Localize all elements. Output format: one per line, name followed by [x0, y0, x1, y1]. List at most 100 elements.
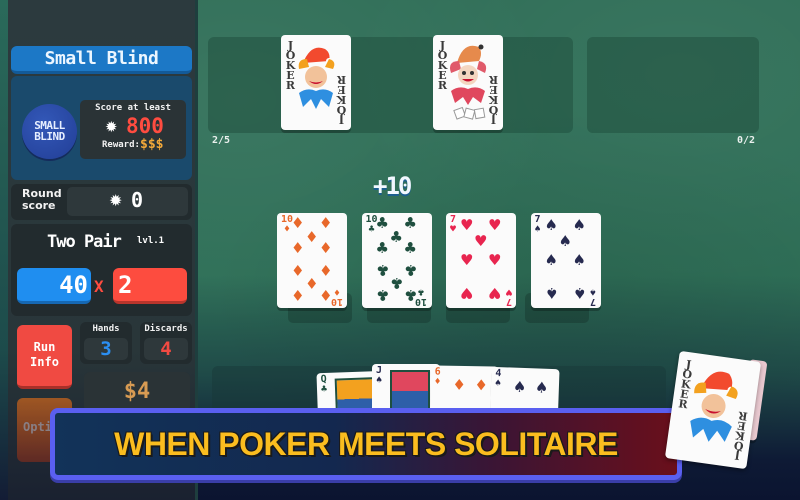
suit-icon: ♠ — [534, 224, 541, 235]
suit-pip-icon: ♠ — [544, 250, 558, 269]
red-jester-icon — [450, 44, 487, 120]
hands-label: Hands — [92, 324, 120, 334]
suit-icon: ♠ — [494, 377, 502, 390]
round-score-value: 0 — [131, 188, 144, 212]
jester-icon — [690, 371, 738, 442]
hand-level: lvl.1 — [137, 236, 165, 246]
chip-icon: ✹ — [109, 191, 123, 210]
money-display: $4 — [84, 372, 190, 412]
discards-value: 4 — [144, 338, 188, 360]
suit-pip-icon: ♣ — [403, 261, 417, 279]
round-score-label: Round score — [22, 188, 62, 212]
played-card[interactable]: 10 ♣ 10 ♣ ♣ ♣ ♣ ♣ ♣ ♣ ♣ ♣ ♣ ♣ — [361, 213, 432, 308]
suit-pip-icon: ♣ — [403, 214, 417, 233]
suit-pip-icon: ♦ — [319, 214, 333, 233]
reward-label: Reward: — [102, 140, 140, 150]
suit-icon: ♥ — [505, 286, 512, 297]
suit-pip-icon: ♣ — [403, 285, 417, 304]
suit-icon: ♠ — [376, 375, 383, 386]
played-card[interactable]: 7 ♠ 7 ♠ ♠ ♠ ♠ ♠ ♠ ♠ ♠ — [530, 213, 601, 308]
suit-pip-icon: ♦ — [452, 375, 467, 395]
round-score-value-box: ✹ 0 — [67, 187, 188, 216]
run-info-button[interactable]: Run Info — [17, 325, 72, 389]
discards-stat: Discards 4 — [140, 322, 192, 364]
discards-label: Discards — [144, 324, 188, 334]
blind-title: Small Blind — [11, 46, 192, 74]
rank-text: 10 — [330, 296, 343, 307]
suit-pip-icon: ♣ — [375, 261, 389, 279]
multiply-sign: X — [94, 277, 104, 296]
suit-icon: ♣ — [320, 383, 328, 396]
card-rank: Q ♣ — [320, 374, 328, 396]
suit-pip-icon: ♣ — [389, 227, 403, 246]
suit-pip-icon: ♠ — [512, 377, 527, 397]
card-rank: 7 ♥ — [450, 215, 456, 235]
suit-pip-icon: ♦ — [291, 239, 305, 258]
score-target-box: Score at least ✹ 800 Reward: $$$ — [80, 100, 186, 159]
suit-pip-icon: ♥ — [488, 283, 502, 302]
played-card[interactable]: 7 ♥ 7 ♥ ♥ ♥ ♥ ♥ ♥ ♥ ♥ — [446, 213, 516, 308]
consumable-slots — [587, 37, 759, 133]
run-info-line-2: Info — [30, 355, 59, 369]
promo-banner: WHEN POKER MEETS SOLITAIRE — [50, 408, 682, 480]
round-score-panel: Round score ✹ 0 — [11, 184, 192, 220]
round-label-line-2: score — [22, 199, 56, 212]
mult-value: 2 — [113, 268, 187, 304]
suit-pip-icon: ♦ — [319, 261, 333, 279]
suit-icon: ♦ — [434, 376, 441, 388]
played-card[interactable]: 10 ♦ 10 ♦ ♦ ♦ ♦ ♦ ♦ ♦ ♦ ♦ ♦ ♦ — [277, 213, 347, 308]
suit-pip-icon: ♥ — [460, 216, 474, 235]
suit-pip-icon: ♦ — [305, 274, 319, 293]
deck-joker-card[interactable]: JOKER JOKER — [664, 350, 762, 470]
suit-pip-icon: ♦ — [291, 214, 305, 233]
rank-text: 7 — [590, 296, 597, 307]
joker-card[interactable]: JOKER JOKER — [433, 35, 503, 130]
run-info-line-1: Run — [33, 340, 56, 354]
banner-text: WHEN POKER MEETS SOLITAIRE — [114, 426, 618, 462]
suit-pip-icon: ♣ — [375, 239, 389, 258]
card-rank: J ♠ — [376, 366, 382, 386]
suit-pip-icon: ♦ — [305, 227, 319, 246]
suit-pip-icon: ♦ — [291, 261, 305, 279]
chip-icon: ✹ — [105, 118, 118, 136]
joker-count: 2/5 — [212, 135, 231, 146]
suit-pip-icon: ♠ — [544, 216, 558, 235]
card-rank: 6 ♦ — [434, 366, 441, 388]
suit-pip-icon: ♠ — [572, 216, 586, 235]
consumable-count: 0/2 — [737, 135, 756, 146]
rank-text: 7 — [505, 296, 512, 307]
hand-type-panel: Two Pair lvl.1 40 X 2 — [11, 224, 192, 316]
chips-value: 40 — [17, 268, 91, 304]
suit-pip-icon: ♠ — [534, 378, 549, 397]
suit-pip-icon: ♥ — [460, 250, 474, 269]
hands-stat: Hands 3 — [80, 322, 132, 364]
suit-pip-icon: ♥ — [488, 250, 502, 269]
joker-slots — [208, 37, 573, 133]
suit-pip-icon: ♠ — [544, 283, 558, 302]
suit-pip-icon: ♦ — [291, 285, 305, 304]
card-rank: 7 ♠ — [535, 215, 541, 235]
reward-value: $$$ — [140, 137, 164, 152]
score-label: Score at least — [95, 103, 171, 113]
suit-icon: ♠ — [590, 286, 597, 297]
sidebar-edge — [0, 0, 8, 500]
score-target: 800 — [126, 114, 164, 138]
suit-icon: ♦ — [333, 286, 340, 297]
suit-pip-icon: ♣ — [375, 214, 389, 233]
suit-pip-icon: ♠ — [572, 283, 586, 302]
suit-icon: ♥ — [450, 224, 457, 235]
joker-card[interactable]: JOKER JOKER — [281, 35, 351, 130]
suit-pip-icon: ♣ — [389, 274, 403, 293]
card-rank-inverted: 10 ♦ — [330, 286, 343, 307]
suit-pip-icon: ♠ — [572, 250, 586, 269]
suit-pip-icon: ♦ — [319, 285, 333, 304]
suit-pip-icon: ♦ — [319, 239, 333, 258]
suit-pip-icon: ♥ — [488, 216, 502, 235]
hand-type-name: Two Pair — [47, 232, 122, 252]
score-popup: +10 — [373, 172, 412, 200]
blind-chip-line-2: BLIND — [34, 130, 65, 143]
hands-value: 3 — [84, 338, 128, 360]
suit-pip-icon: ♣ — [375, 285, 389, 304]
card-rank: 4 ♠ — [494, 368, 502, 390]
jester-icon — [298, 47, 335, 109]
